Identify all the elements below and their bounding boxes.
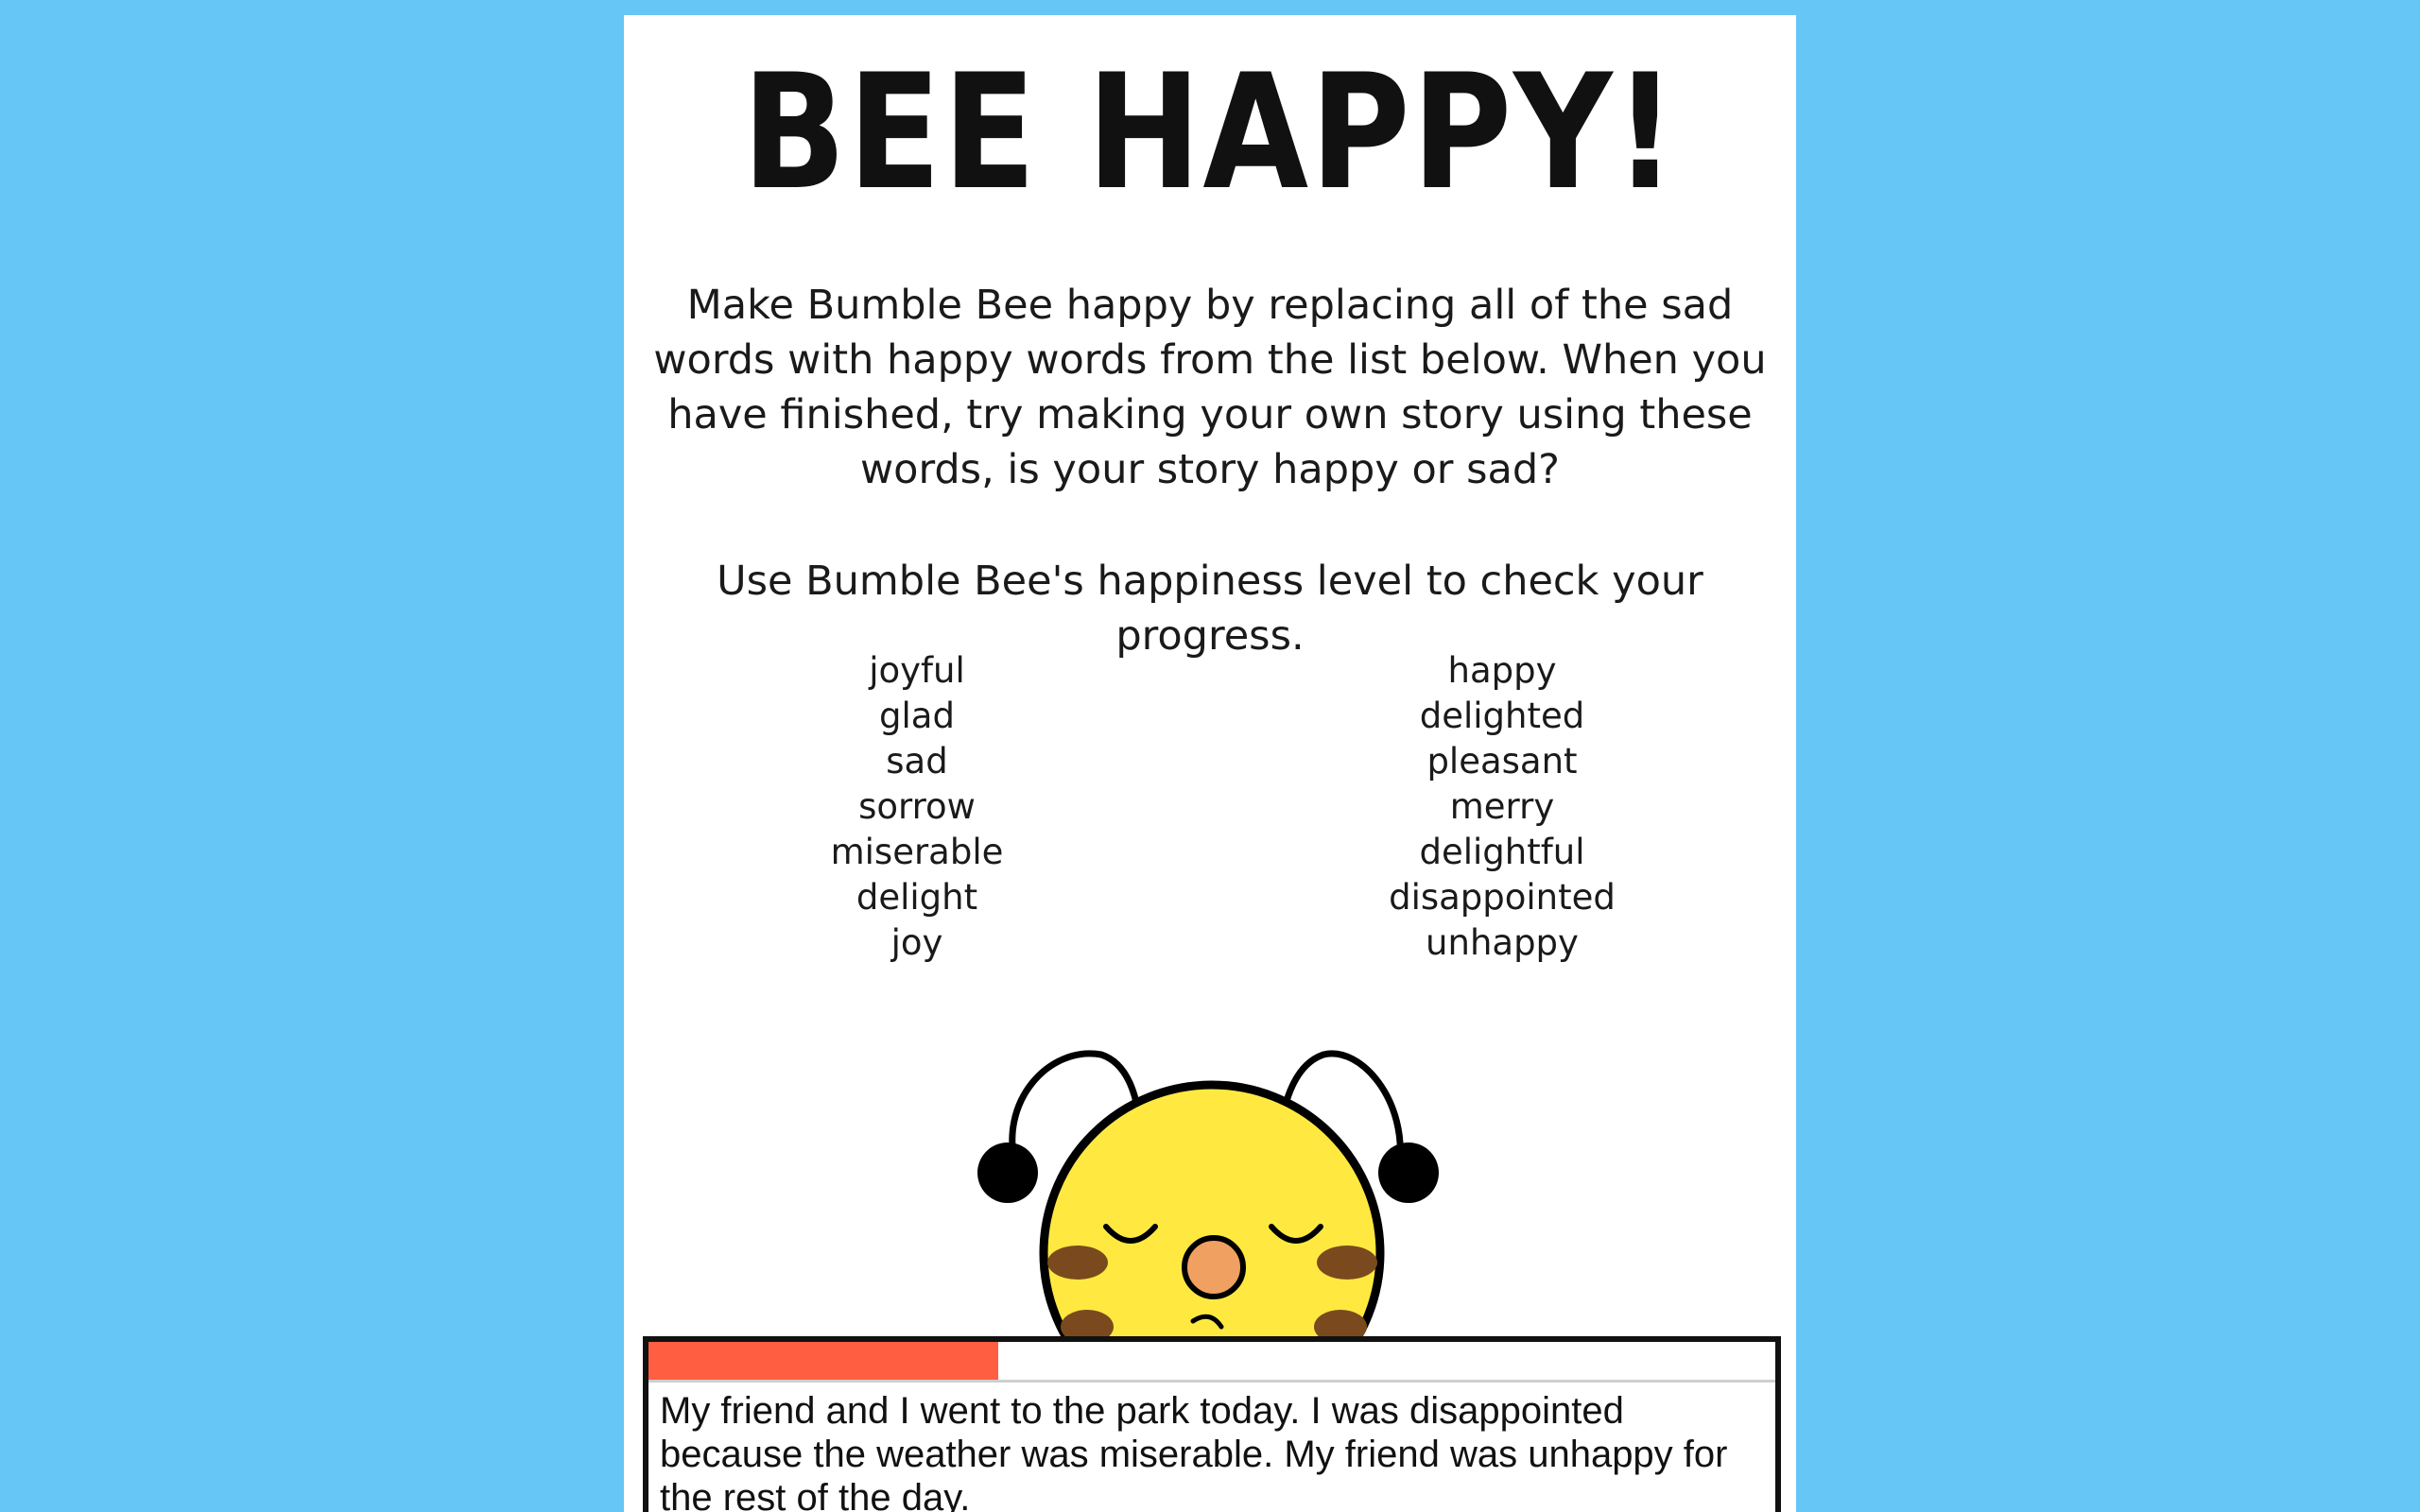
progress-hint-text: Use Bumble Bee's happiness level to chec… bbox=[717, 558, 1703, 660]
word-list-item: delighted bbox=[1419, 696, 1585, 736]
word-list-item: joy bbox=[890, 922, 943, 963]
bee-head-icon bbox=[1039, 1080, 1385, 1344]
story-panel: My friend and I went to the park today. … bbox=[643, 1336, 1781, 1512]
word-list-item: joyful bbox=[869, 650, 965, 691]
word-list-item: glad bbox=[879, 696, 955, 736]
word-list-item: miserable bbox=[830, 832, 1004, 872]
word-list-item: delightful bbox=[1419, 832, 1585, 872]
word-list-item: sad bbox=[886, 741, 948, 782]
page-title: BEE HAPPY! bbox=[741, 40, 1679, 225]
happiness-meter bbox=[648, 1342, 1775, 1383]
word-list-item: sorrow bbox=[858, 786, 976, 827]
word-list-right: happy delighted pleasant merry delightfu… bbox=[1332, 648, 1672, 966]
word-list-item: happy bbox=[1447, 650, 1557, 691]
word-list-item: disappointed bbox=[1389, 877, 1616, 918]
story-text-editor[interactable]: My friend and I went to the park today. … bbox=[660, 1389, 1766, 1512]
word-list-item: unhappy bbox=[1426, 922, 1579, 963]
word-list-item: pleasant bbox=[1426, 741, 1578, 782]
happiness-meter-fill bbox=[648, 1342, 998, 1380]
word-list-item: delight bbox=[856, 877, 978, 918]
instructions-text: Make Bumble Bee happy by replacing all o… bbox=[653, 282, 1767, 493]
bumble-bee-illustration bbox=[977, 1050, 1439, 1344]
word-list-item: merry bbox=[1449, 786, 1555, 827]
game-card: BEE HAPPY! Make Bumble Bee happy by repl… bbox=[624, 15, 1796, 1512]
word-list-left: joyful glad sad sorrow miserable delight… bbox=[747, 648, 1087, 966]
